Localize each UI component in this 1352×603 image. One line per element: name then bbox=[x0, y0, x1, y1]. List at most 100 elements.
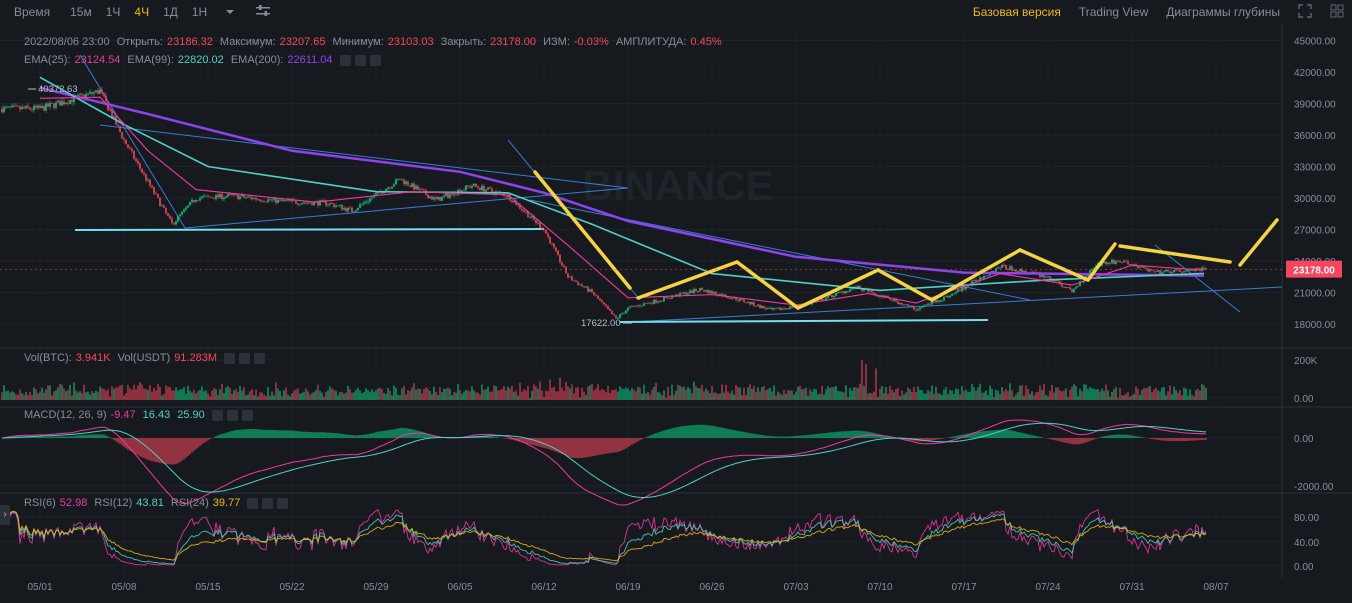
pane-tick-label: 0.00 bbox=[1294, 562, 1314, 573]
macd-histogram-bar bbox=[843, 431, 845, 438]
candle-body bbox=[751, 302, 753, 305]
volume-bar bbox=[887, 393, 889, 400]
candle-body bbox=[41, 106, 43, 109]
macd-histogram-bar bbox=[143, 438, 145, 459]
volume-bar bbox=[809, 389, 811, 400]
date-tick-label: 07/03 bbox=[783, 582, 808, 593]
interval-15m[interactable]: 15м bbox=[70, 5, 92, 19]
rsi-line bbox=[4, 509, 1207, 565]
volume-bar bbox=[1063, 390, 1065, 400]
volume-bar bbox=[649, 394, 651, 400]
macd-histogram-bar bbox=[641, 438, 643, 440]
volume-bar bbox=[489, 391, 491, 400]
macd-close-icon[interactable] bbox=[241, 409, 253, 421]
vol-settings-icon[interactable] bbox=[224, 352, 236, 364]
fullscreen-icon[interactable] bbox=[1298, 3, 1312, 21]
volume-bar bbox=[611, 390, 613, 400]
interval-1h[interactable]: 1Ч bbox=[106, 5, 121, 19]
candle-body bbox=[1153, 270, 1155, 272]
macd-histogram-bar bbox=[609, 438, 611, 454]
macd-histogram-bar bbox=[333, 433, 335, 438]
candle-body bbox=[285, 200, 287, 201]
macd-histogram-bar bbox=[367, 434, 369, 438]
view-tradingview[interactable]: Trading View bbox=[1079, 5, 1148, 19]
candle-body bbox=[335, 205, 337, 207]
volume-bar bbox=[893, 392, 895, 400]
volume-bar bbox=[1039, 385, 1041, 400]
price-tick-label: 30000.00 bbox=[1294, 194, 1336, 205]
volume-bar bbox=[671, 384, 673, 400]
macd-histogram-bar bbox=[381, 431, 383, 438]
candle-body bbox=[1163, 271, 1165, 273]
volume-bar bbox=[783, 389, 785, 400]
macd-histogram-bar bbox=[1039, 436, 1041, 438]
ema-settings-icon[interactable] bbox=[339, 54, 351, 66]
volume-bar bbox=[935, 386, 937, 400]
interval-1d[interactable]: 1Д bbox=[163, 5, 178, 19]
macd-visibility-icon[interactable] bbox=[226, 409, 238, 421]
candle-body bbox=[1165, 270, 1167, 272]
volume-bar bbox=[1191, 394, 1193, 400]
vol-close-icon[interactable] bbox=[254, 352, 266, 364]
candle-body bbox=[713, 292, 715, 294]
volume-bar bbox=[465, 389, 467, 400]
volume-bar bbox=[605, 392, 607, 400]
macd-histogram-bar bbox=[717, 426, 719, 438]
volume-bar bbox=[131, 389, 133, 400]
candle-body bbox=[217, 194, 219, 198]
macd-histogram-bar bbox=[661, 431, 663, 438]
macd-settings-icon[interactable] bbox=[211, 409, 223, 421]
volume-bar bbox=[741, 395, 743, 400]
volume-bar bbox=[1097, 389, 1099, 400]
view-basic[interactable]: Базовая версия bbox=[973, 5, 1061, 19]
volume-bar bbox=[905, 392, 907, 400]
interval-1w[interactable]: 1Н bbox=[192, 5, 207, 19]
macd-histogram-bar bbox=[765, 435, 767, 438]
rsi-settings-icon[interactable] bbox=[247, 497, 259, 509]
volume-bar bbox=[855, 387, 857, 400]
volume-bar bbox=[617, 391, 619, 400]
volume-bar bbox=[121, 384, 123, 400]
interval-4h[interactable]: 4Ч bbox=[134, 5, 149, 19]
volume-bar bbox=[67, 389, 69, 400]
macd-histogram-bar bbox=[251, 429, 253, 438]
candle-body bbox=[349, 207, 351, 209]
candle-body bbox=[151, 185, 153, 188]
price-chart[interactable]: BINANCE 45000.0042000.0039000.0036000.00… bbox=[0, 24, 1352, 603]
macd-histogram-bar bbox=[797, 435, 799, 438]
rsi-close-icon[interactable] bbox=[277, 497, 289, 509]
view-depth[interactable]: Диаграммы глубины bbox=[1166, 5, 1280, 19]
macd-histogram-bar bbox=[723, 427, 725, 438]
macd-histogram-bar bbox=[849, 431, 851, 438]
macd-histogram-bar bbox=[571, 438, 573, 458]
rsi-visibility-icon[interactable] bbox=[262, 497, 274, 509]
volume-bar bbox=[159, 386, 161, 400]
ema-visibility-icon[interactable] bbox=[354, 54, 366, 66]
candle-body bbox=[939, 300, 941, 302]
macd-histogram-bar bbox=[651, 434, 653, 438]
settings-sliders-icon[interactable] bbox=[255, 4, 271, 21]
volume-bar bbox=[417, 388, 419, 400]
ohlc-close: 23178.00 bbox=[490, 36, 537, 48]
macd-histogram-bar bbox=[731, 429, 733, 438]
grid-layout-icon[interactable] bbox=[1330, 4, 1344, 21]
candle-body bbox=[849, 289, 851, 292]
candle-body bbox=[437, 196, 439, 200]
candle-body bbox=[185, 207, 187, 210]
candle-body bbox=[43, 106, 45, 111]
macd-histogram-bar bbox=[79, 435, 81, 438]
expand-panel-arrow[interactable]: › bbox=[0, 505, 10, 525]
ohlc-amplitude: 0.45% bbox=[690, 36, 722, 48]
candle-body bbox=[1071, 289, 1073, 293]
vol-visibility-icon[interactable] bbox=[239, 352, 251, 364]
chevron-down-icon[interactable] bbox=[225, 5, 235, 19]
candle-body bbox=[125, 139, 127, 145]
marked-high-label: 40372.63 bbox=[38, 84, 78, 95]
volume-bar bbox=[1165, 395, 1167, 400]
ema-close-icon[interactable] bbox=[369, 54, 381, 66]
volume-bar bbox=[761, 387, 763, 400]
volume-bar bbox=[59, 383, 61, 400]
candle-body bbox=[783, 308, 785, 310]
macd-histogram-bar bbox=[217, 435, 219, 438]
volume-bar bbox=[491, 391, 493, 400]
